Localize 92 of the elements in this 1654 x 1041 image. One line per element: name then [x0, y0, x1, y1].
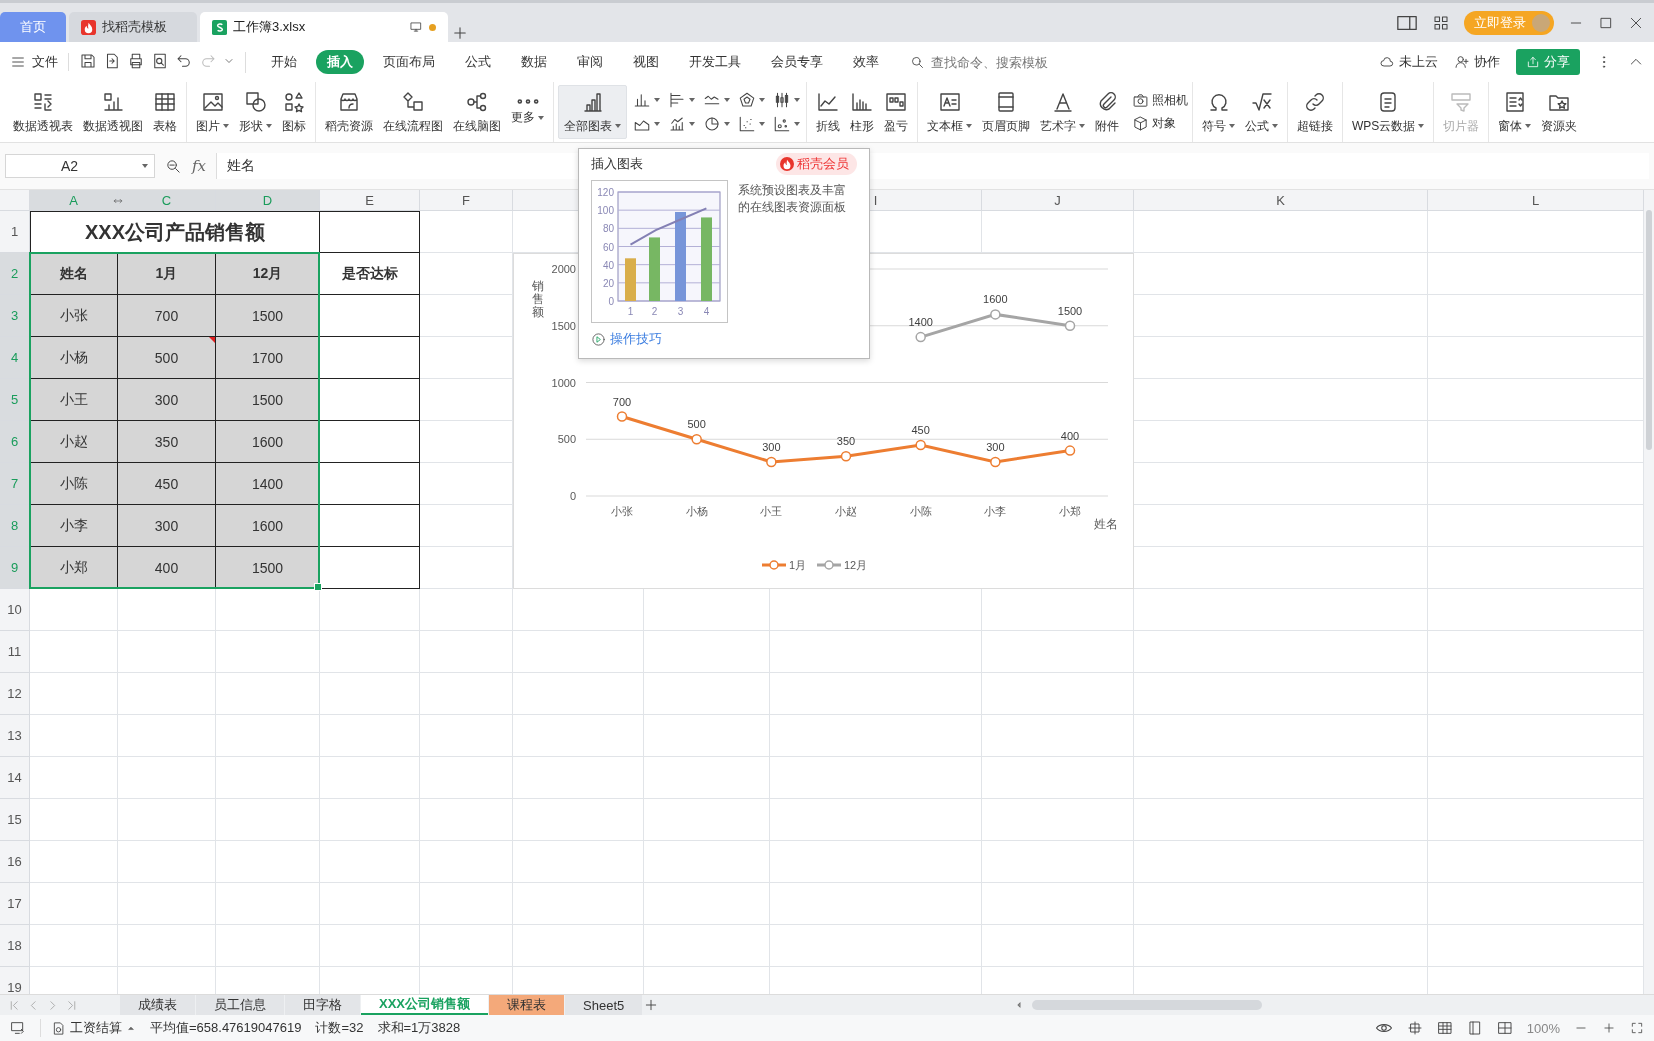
category-label: 小郑	[1059, 505, 1081, 517]
tick-label: 0	[608, 296, 614, 307]
ribbon-label: 表格	[153, 117, 177, 135]
ribbon-label: 图标	[282, 117, 306, 135]
ribbon-label: 附件	[1095, 117, 1119, 135]
tick-label: 100	[597, 205, 614, 217]
table-cell: 1600	[216, 421, 320, 463]
table-header-cell: 1月	[118, 253, 216, 295]
ribbon-label: 全部图表	[564, 117, 621, 135]
data-label: 700	[612, 395, 632, 408]
tick-label: 1000	[551, 376, 576, 389]
category-label: 小王	[760, 505, 783, 517]
axis-title: 姓名	[1094, 517, 1118, 531]
table-cell: 300	[118, 379, 216, 421]
ribbon-label: 文本框	[927, 117, 972, 135]
ribbon-label: 在线流程图	[383, 117, 443, 135]
data-label: 300	[762, 440, 781, 453]
category-label: 3	[677, 306, 684, 317]
data-label: 400	[1060, 429, 1080, 442]
data-label: 500	[687, 418, 706, 431]
ribbon-label: 稻壳资源	[325, 117, 373, 135]
tick-label: 2000	[551, 263, 576, 275]
table-header-cell: 姓名	[30, 253, 118, 295]
table-cell: 500	[118, 337, 216, 379]
table-header-cell: 是否达标	[320, 253, 420, 295]
table-cell: 400	[118, 547, 216, 589]
table-cell: 小陈	[30, 463, 118, 505]
table-cell: 450	[118, 463, 216, 505]
ribbon-label: 公式	[1245, 117, 1278, 135]
tick-label: 20	[602, 277, 614, 289]
table-cell: 小赵	[30, 421, 118, 463]
table-cell: 小李	[30, 505, 118, 547]
ribbon-label: 图片	[196, 117, 229, 135]
ribbon-label: 窗体	[1498, 117, 1532, 135]
category-label: 4	[703, 306, 710, 317]
ribbon-label: 数据透视图	[83, 117, 143, 135]
ribbon-label: 页眉页脚	[982, 117, 1030, 135]
table-cell: 300	[118, 505, 216, 547]
ribbon-label: 符号	[1202, 117, 1235, 135]
category-label: 2	[651, 306, 658, 317]
axis-title: 销售额	[532, 279, 544, 319]
table-cell: 1600	[216, 505, 320, 547]
table-cell: 小张	[30, 295, 118, 337]
tick-label: 60	[602, 241, 614, 253]
tick-label: 500	[557, 433, 576, 446]
table-cell: 1500	[216, 379, 320, 421]
table-cell: 700	[118, 295, 216, 337]
table-title: XXX公司产品销售额	[30, 211, 320, 253]
table-cell: 小郑	[30, 547, 118, 589]
data-label: 1500	[1057, 304, 1083, 317]
status-stat: 求和=1万3828	[377, 1019, 461, 1037]
tick-label: 120	[597, 187, 614, 198]
legend-label: 1月	[789, 559, 807, 571]
category-label: 小李	[984, 505, 1007, 517]
table-cell: 350	[118, 421, 216, 463]
data-label: 1600	[983, 293, 1008, 306]
ribbon-label: 数据透视表	[13, 117, 73, 135]
popup-title: 插入图表	[591, 155, 643, 173]
ribbon-label: 盈亏	[884, 117, 908, 135]
ribbon-label: 更多	[511, 109, 544, 126]
ribbon-label: 超链接	[1297, 117, 1333, 135]
category-label: 小杨	[685, 505, 708, 517]
table-cell: 1400	[216, 463, 320, 505]
status-stat: 计数=32	[315, 1019, 364, 1037]
ribbon-label: WPS云数据	[1352, 117, 1425, 135]
tick-label: 0	[569, 490, 576, 502]
data-label: 1400	[908, 316, 933, 329]
ribbon-label: 柱形	[850, 117, 874, 135]
category-label: 小陈	[909, 505, 932, 517]
category-label: 1	[627, 306, 634, 317]
data-label: 300	[986, 440, 1005, 453]
tick-label: 1500	[551, 319, 576, 332]
tick-label: 80	[602, 223, 614, 235]
table-cell: 1500	[216, 547, 320, 589]
ribbon-label: 形状	[239, 117, 272, 135]
table-cell: 1500	[216, 295, 320, 337]
ribbon-label: 在线脑图	[453, 117, 501, 135]
data-label: 350	[836, 435, 856, 448]
ribbon-label: 折线	[816, 117, 840, 135]
legend-label: 12月	[844, 559, 868, 571]
tick-label: 40	[602, 259, 614, 271]
data-label: 450	[911, 423, 930, 436]
status-stat: 平均值=658.47619047619	[150, 1019, 302, 1037]
ribbon-label: 切片器	[1443, 117, 1480, 135]
category-label: 小赵	[835, 505, 857, 517]
table-header-cell: 12月	[216, 253, 320, 295]
category-label: 小张	[611, 505, 633, 517]
table-cell: 小王	[30, 379, 118, 421]
table-cell: 1700	[216, 337, 320, 379]
ribbon-label: 资源夹	[1541, 117, 1578, 135]
table-cell: 小杨	[30, 337, 118, 379]
ribbon-label: 艺术字	[1040, 117, 1085, 135]
